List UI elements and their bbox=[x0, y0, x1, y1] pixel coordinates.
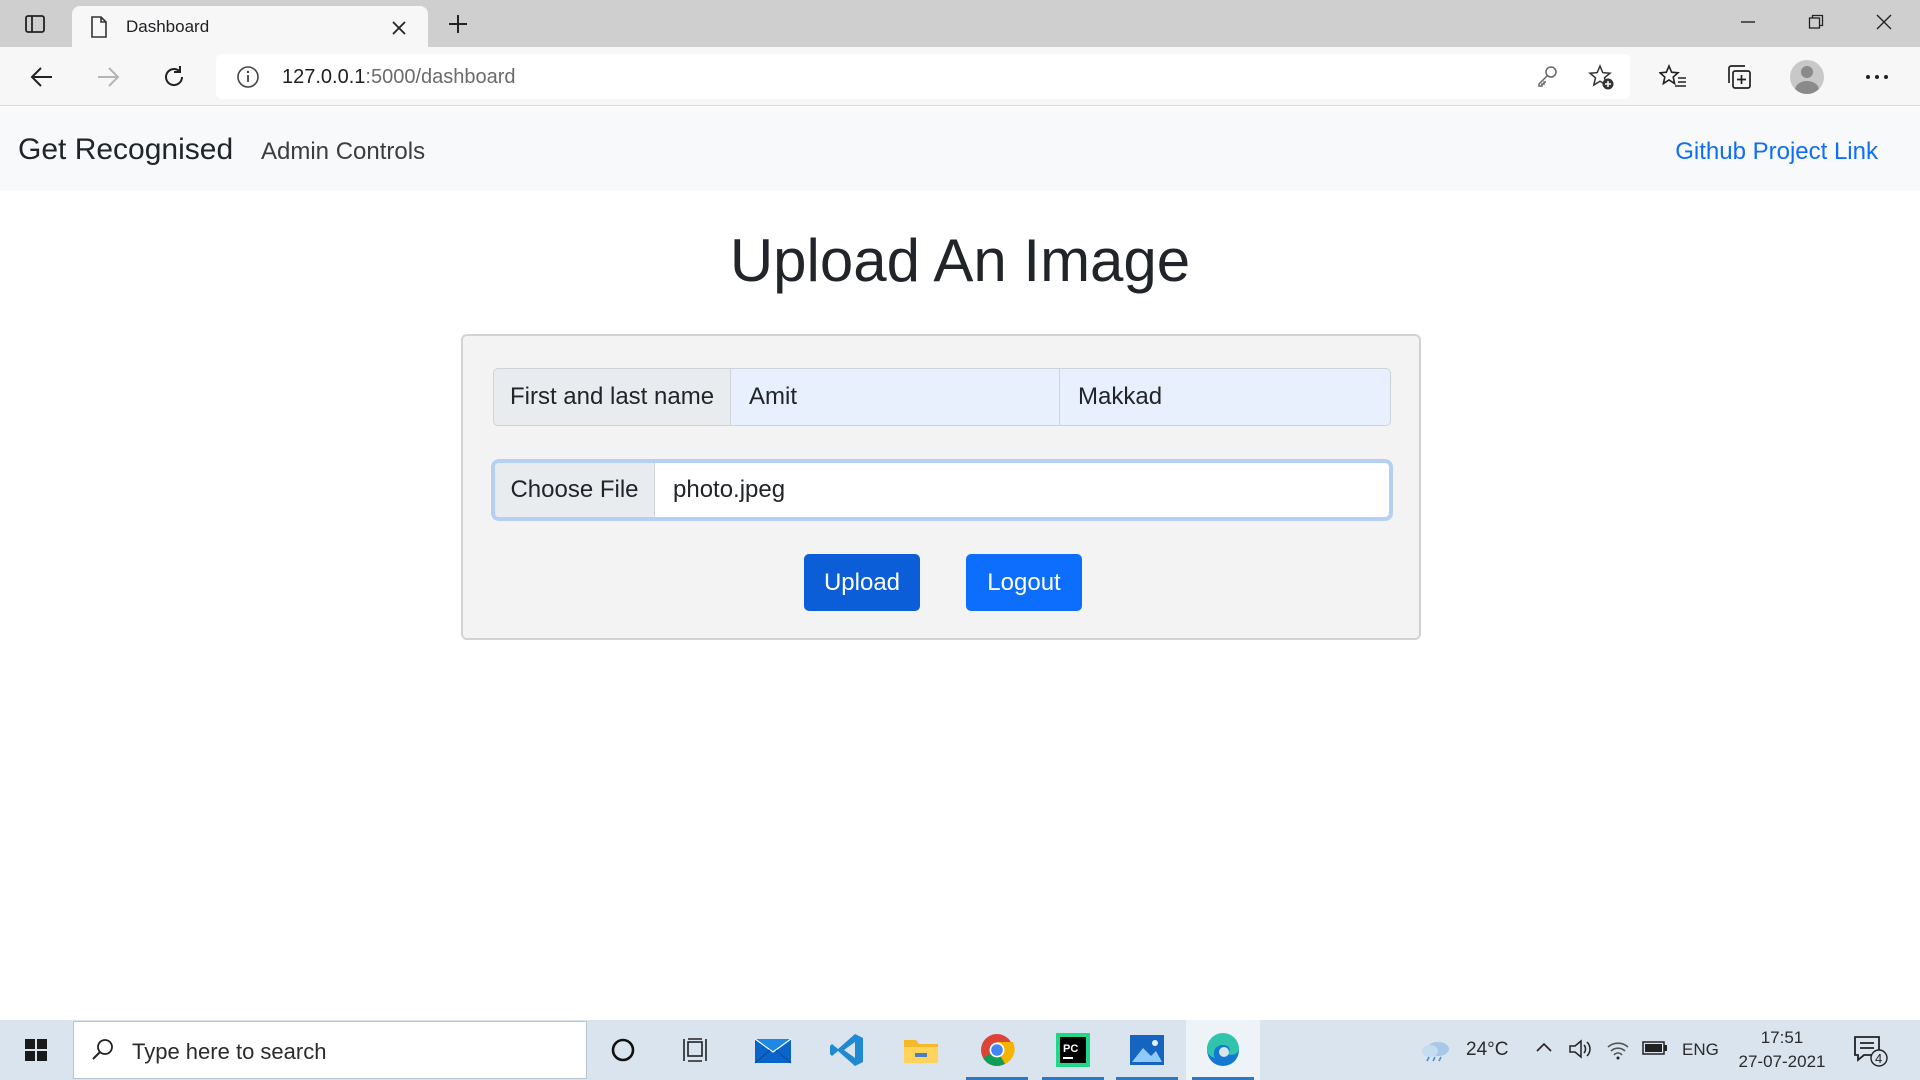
clock-date: 27-07-2021 bbox=[1738, 1052, 1826, 1071]
collections-icon bbox=[1728, 65, 1751, 89]
file-input[interactable]: Choose File photo.jpeg bbox=[491, 459, 1393, 521]
cortana-icon bbox=[611, 1038, 635, 1062]
forward-button[interactable] bbox=[90, 59, 126, 95]
url-text[interactable]: 127.0.0.1:5000/dashboard bbox=[282, 66, 516, 89]
photos-icon bbox=[1130, 1035, 1164, 1065]
favorites-button[interactable] bbox=[1654, 58, 1692, 96]
tab-close-icon[interactable] bbox=[388, 17, 410, 39]
cortana-button[interactable] bbox=[586, 1020, 660, 1080]
tab-actions-icon bbox=[25, 15, 45, 33]
language-indicator[interactable]: ENG bbox=[1682, 1040, 1719, 1060]
back-arrow-icon bbox=[30, 67, 52, 87]
volume-icon[interactable] bbox=[1568, 1038, 1594, 1066]
avatar bbox=[1790, 60, 1824, 94]
github-project-link[interactable]: Github Project Link bbox=[1675, 138, 1878, 166]
restore-button[interactable] bbox=[1788, 6, 1844, 38]
key-icon[interactable] bbox=[1536, 65, 1558, 92]
file-explorer-button[interactable] bbox=[884, 1020, 958, 1080]
notification-center-icon[interactable]: 4 bbox=[1852, 1034, 1892, 1073]
folder-icon bbox=[904, 1040, 938, 1063]
settings-menu-button[interactable] bbox=[1858, 58, 1896, 96]
vscode-app-button[interactable] bbox=[810, 1020, 884, 1080]
back-button[interactable] bbox=[24, 59, 60, 95]
site-info-icon[interactable] bbox=[236, 65, 260, 94]
close-icon bbox=[1876, 14, 1892, 30]
close-window-button[interactable] bbox=[1856, 6, 1912, 38]
new-tab-button[interactable] bbox=[444, 10, 472, 38]
name-input-group: First and last name Amit Makkad bbox=[493, 368, 1391, 426]
address-bar[interactable]: 127.0.0.1:5000/dashboard bbox=[216, 54, 1630, 99]
upload-form-card: First and last name Amit Makkad Choose F… bbox=[461, 334, 1421, 640]
temperature-text[interactable]: 24°C bbox=[1466, 1039, 1508, 1061]
wifi-icon[interactable] bbox=[1606, 1038, 1630, 1066]
taskbar-search[interactable]: Type here to search bbox=[73, 1021, 587, 1079]
selected-file-name: photo.jpeg bbox=[673, 476, 786, 503]
minimize-button[interactable] bbox=[1720, 6, 1776, 38]
admin-controls-link[interactable]: Admin Controls bbox=[261, 138, 425, 166]
page-icon bbox=[90, 16, 108, 43]
mail-app-button[interactable] bbox=[736, 1020, 810, 1080]
choose-file-button[interactable]: Choose File bbox=[495, 463, 655, 517]
clock-time: 17:51 bbox=[1760, 1028, 1804, 1047]
photos-app-button[interactable] bbox=[1110, 1020, 1184, 1080]
upload-button[interactable]: Upload bbox=[804, 554, 920, 611]
battery-icon[interactable] bbox=[1642, 1040, 1668, 1062]
pycharm-icon: PC bbox=[1056, 1033, 1090, 1067]
url-path: :5000/dashboard bbox=[365, 66, 516, 88]
tab-actions-button[interactable] bbox=[16, 10, 54, 38]
chrome-icon bbox=[981, 1034, 1015, 1067]
browser-toolbar: 127.0.0.1:5000/dashboard bbox=[0, 47, 1920, 106]
site-navbar: Get Recognised Admin Controls Github Pro… bbox=[0, 107, 1920, 191]
mail-icon bbox=[754, 1038, 792, 1064]
navbar-brand[interactable]: Get Recognised bbox=[18, 133, 233, 167]
favorites-icon bbox=[1659, 64, 1686, 87]
refresh-button[interactable] bbox=[156, 59, 192, 95]
logout-button[interactable]: Logout bbox=[966, 554, 1082, 611]
profile-button[interactable] bbox=[1788, 58, 1826, 96]
chrome-app-button[interactable] bbox=[960, 1020, 1034, 1080]
start-button[interactable] bbox=[0, 1020, 72, 1080]
windows-logo-icon bbox=[25, 1039, 47, 1061]
browser-tab-active[interactable]: Dashboard bbox=[72, 6, 428, 47]
last-name-field[interactable]: Makkad bbox=[1060, 368, 1391, 426]
task-view-icon bbox=[683, 1038, 707, 1062]
search-placeholder: Type here to search bbox=[132, 1039, 327, 1064]
notification-count: 4 bbox=[1875, 1051, 1882, 1066]
page-title: Upload An Image bbox=[729, 227, 1191, 294]
windows-taskbar: Type here to search PC 24°C ENG 17:51 27… bbox=[0, 1020, 1920, 1080]
pycharm-app-button[interactable]: PC bbox=[1036, 1020, 1110, 1080]
plus-icon bbox=[449, 15, 467, 33]
task-view-button[interactable] bbox=[660, 1020, 734, 1080]
weather-icon[interactable] bbox=[1420, 1038, 1452, 1068]
url-host: 127.0.0.1 bbox=[282, 66, 366, 88]
more-icon bbox=[1866, 75, 1888, 79]
first-name-field[interactable]: Amit bbox=[731, 368, 1060, 426]
edge-app-button[interactable] bbox=[1186, 1020, 1260, 1080]
add-favorite-icon[interactable] bbox=[1588, 64, 1614, 95]
clock[interactable]: 17:51 27-07-2021 bbox=[1724, 1026, 1840, 1074]
svg-text:PC: PC bbox=[1063, 1043, 1078, 1055]
refresh-icon bbox=[165, 66, 184, 86]
browser-tab-bar: Dashboard bbox=[0, 0, 1920, 47]
search-icon bbox=[90, 1037, 116, 1068]
tab-title: Dashboard bbox=[126, 17, 210, 36]
show-hidden-icons-icon[interactable] bbox=[1534, 1038, 1554, 1064]
vscode-icon bbox=[830, 1034, 863, 1066]
edge-icon bbox=[1206, 1032, 1239, 1066]
forward-arrow-icon bbox=[98, 67, 120, 87]
name-label: First and last name bbox=[493, 368, 731, 426]
restore-icon bbox=[1808, 14, 1824, 29]
collections-button[interactable] bbox=[1720, 58, 1758, 96]
minimize-icon bbox=[1741, 21, 1755, 23]
